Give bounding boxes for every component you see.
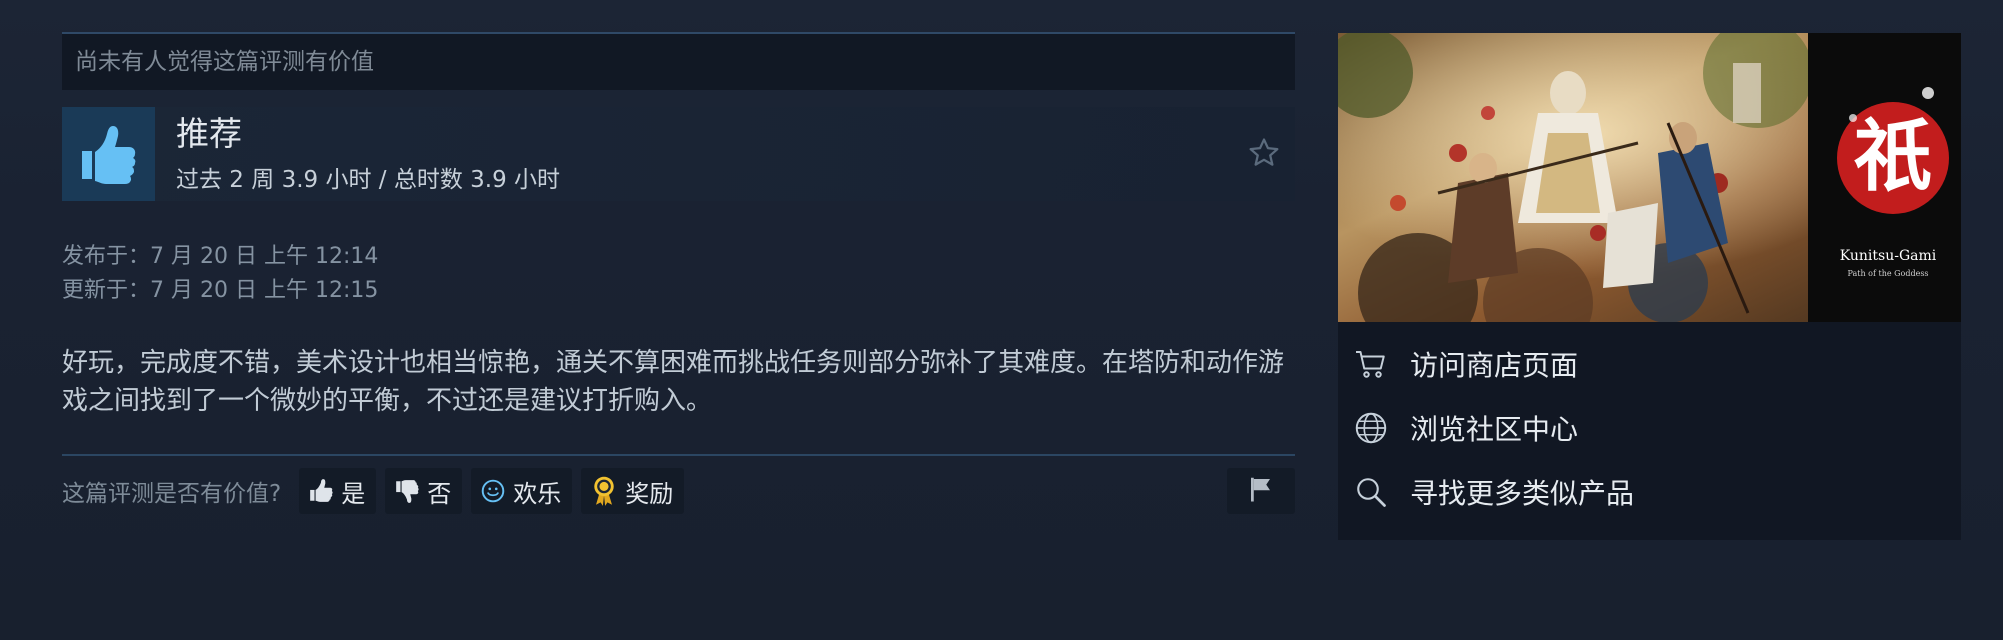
star-icon[interactable]: [1247, 136, 1281, 174]
updated-date: 更新于：7 月 20 日 上午 12:15: [62, 278, 379, 303]
community-hub-link[interactable]: 浏览社区中心: [1338, 396, 1961, 460]
vote-yes-label: 是: [341, 479, 366, 508]
vote-prompt: 这篇评测是否有价值?: [62, 481, 282, 507]
vote-no-label: 否: [427, 479, 452, 508]
community-hub-label: 浏览社区中心: [1410, 413, 1579, 446]
vote-row: 这篇评测是否有价值? 是 否 欢乐 奖励: [62, 468, 1295, 514]
game-logo-glyph: 祇: [1854, 111, 1932, 202]
cart-icon: [1352, 345, 1390, 383]
smiley-icon: [480, 478, 506, 504]
report-button[interactable]: [1227, 468, 1295, 514]
flag-icon: [1245, 474, 1277, 508]
review-body: 好玩，完成度不错，美术设计也相当惊艳，通关不算困难而挑战任务则部分弥补了其难度。…: [62, 348, 1285, 416]
vote-funny-button[interactable]: 欢乐: [471, 468, 573, 514]
divider: [62, 454, 1295, 456]
vote-yes-button[interactable]: 是: [299, 468, 377, 514]
find-similar-label: 寻找更多类似产品: [1410, 477, 1635, 510]
game-links: 访问商店页面 浏览社区中心 寻找更多类似产品: [1338, 322, 1961, 524]
globe-icon: [1352, 409, 1390, 447]
game-sidebar: 祇 Kunitsu-Gami Path of the Goddess 访问商店页…: [1338, 33, 1961, 540]
verdict-title: 推荐: [176, 114, 242, 153]
award-medal-icon: [590, 475, 618, 507]
award-label: 奖励: [625, 479, 674, 508]
review-column: 尚未有人觉得这篇评测有价值 推荐 过去 2 周 3.9 小时 / 总时数 3.9…: [62, 32, 1295, 514]
helpful-count: 尚未有人觉得这篇评测有价值: [62, 32, 1295, 90]
review-dates: 发布于：7 月 20 日 上午 12:14 更新于：7 月 20 日 上午 12…: [62, 240, 1295, 308]
thumbs-up-icon: [62, 107, 155, 201]
playtime: 过去 2 周 3.9 小时 / 总时数 3.9 小时: [176, 167, 561, 193]
visit-store-label: 访问商店页面: [1410, 349, 1579, 382]
vote-funny-label: 欢乐: [513, 479, 562, 508]
award-button[interactable]: 奖励: [581, 468, 685, 514]
magnifier-icon: [1352, 473, 1390, 511]
find-similar-link[interactable]: 寻找更多类似产品: [1338, 460, 1961, 524]
vote-no-button[interactable]: 否: [385, 468, 463, 514]
thumbs-down-icon: [394, 478, 420, 504]
game-logo-title: Kunitsu-Gami: [1840, 248, 1937, 264]
game-banner-image[interactable]: 祇 Kunitsu-Gami Path of the Goddess: [1338, 33, 1961, 322]
thumbs-up-icon: [308, 478, 334, 504]
visit-store-link[interactable]: 访问商店页面: [1338, 332, 1961, 396]
review-verdict: 推荐 过去 2 周 3.9 小时 / 总时数 3.9 小时: [62, 107, 1295, 201]
game-logo-subtitle: Path of the Goddess: [1847, 269, 1928, 278]
posted-date: 发布于：7 月 20 日 上午 12:14: [62, 244, 379, 269]
